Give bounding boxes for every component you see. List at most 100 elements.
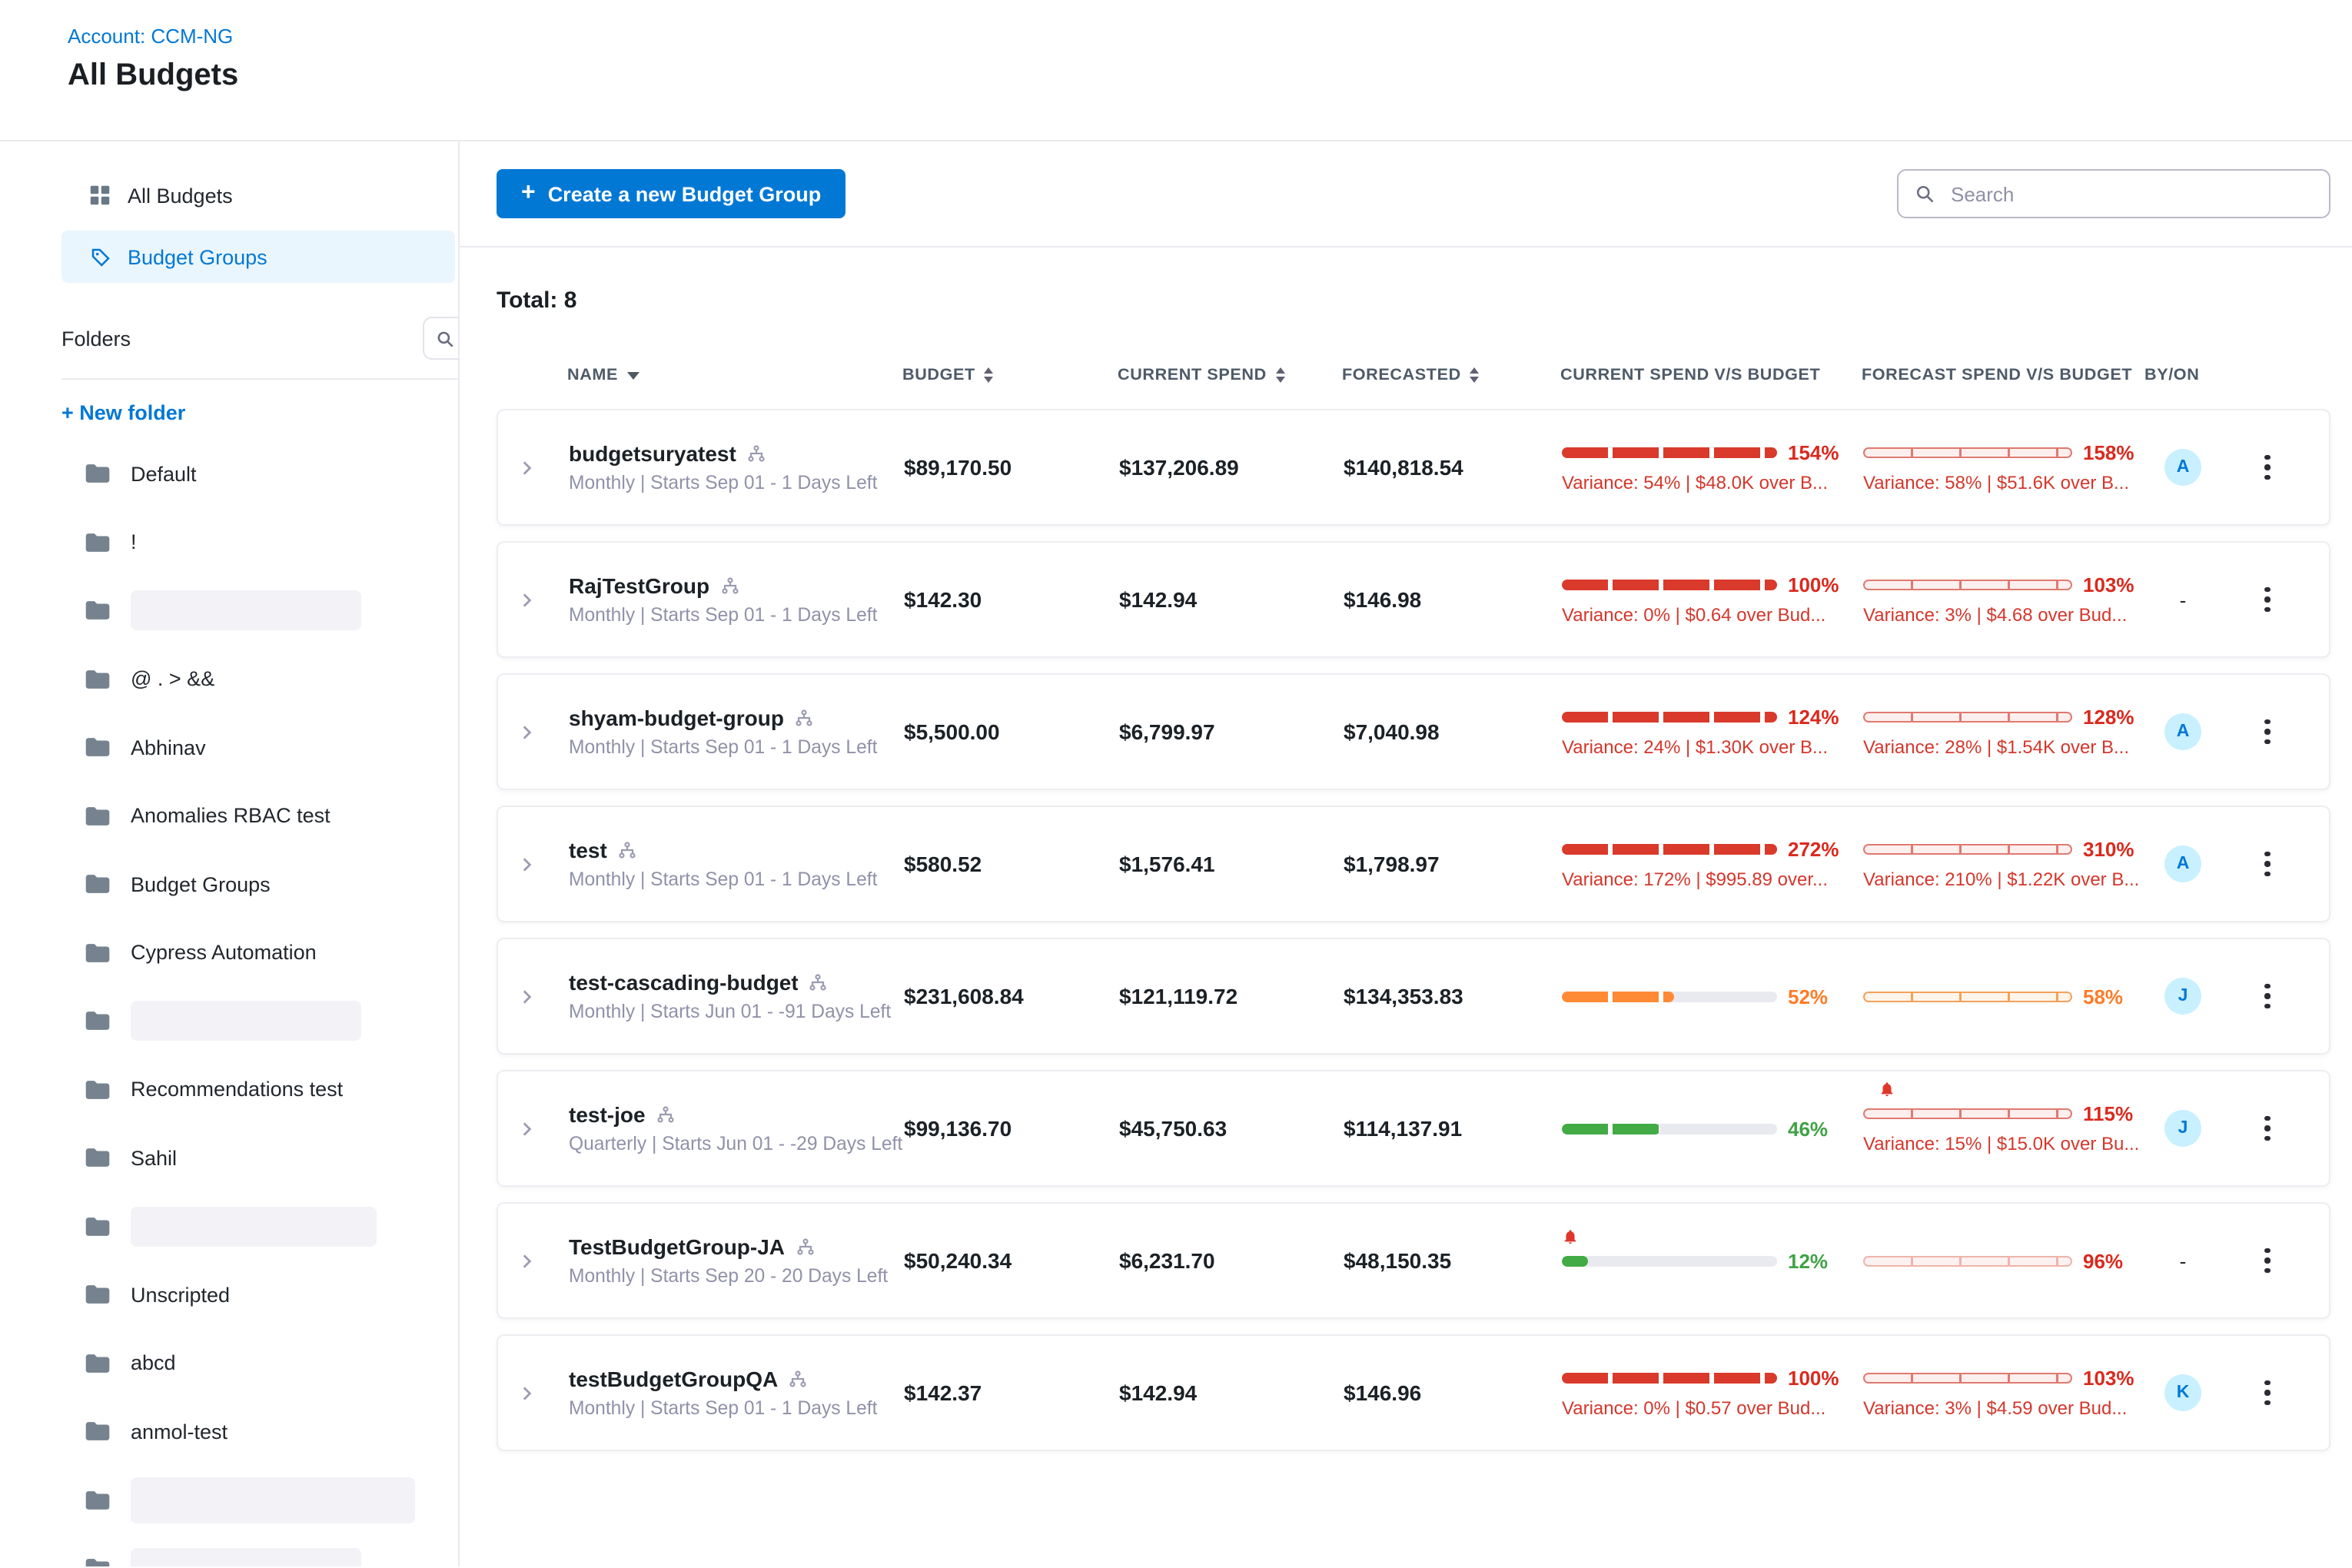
toolbar: + Create a new Budget Group (460, 169, 2352, 247)
create-budget-group-button[interactable]: + Create a new Budget Group (497, 169, 845, 218)
forecasted-amount: $146.98 (1344, 587, 1562, 612)
table-row[interactable]: budgetsuryatest Monthly | Starts Sep 01 … (497, 409, 2330, 526)
row-expand-chevron[interactable] (517, 1251, 537, 1271)
current-spend-amount: $45,750.63 (1119, 1116, 1344, 1141)
search-box[interactable] (1897, 169, 2330, 218)
owner-avatar[interactable]: K (2164, 1374, 2201, 1411)
table-row[interactable]: test-joe Quarterly | Starts Jun 01 - -29… (497, 1070, 2330, 1187)
folder-item[interactable]: @ . > && (34, 645, 458, 713)
table-row[interactable]: testBudgetGroupQA Monthly | Starts Sep 0… (497, 1334, 2330, 1451)
sort-icon[interactable] (1276, 367, 1285, 383)
folder-item[interactable]: Sahil (34, 1124, 458, 1192)
sort-icon[interactable] (985, 367, 994, 383)
folder-icon (85, 1011, 111, 1032)
page-header: Account: CCM-NG All Budgets (0, 0, 2352, 141)
current-vs-budget-bar (1562, 1255, 1777, 1266)
forecast-vs-budget-bar (1863, 1255, 2072, 1266)
row-menu-button[interactable] (2259, 845, 2277, 883)
folder-search-button[interactable] (423, 317, 460, 360)
owner-none: - (2180, 1249, 2187, 1272)
current-vs-budget-bar (1562, 844, 1777, 855)
budget-period: Monthly | Starts Sep 01 - 1 Days Left (569, 869, 904, 890)
row-expand-chevron[interactable] (517, 1118, 537, 1138)
owner-avatar[interactable]: A (2164, 449, 2201, 486)
folder-item[interactable]: Budget Groups (34, 850, 458, 919)
folder-item[interactable]: Unscripted (34, 1261, 458, 1329)
row-expand-chevron[interactable] (517, 1383, 537, 1403)
owner-avatar[interactable]: A (2164, 713, 2201, 750)
current-vs-budget-bar (1562, 1123, 1777, 1134)
forecast-vs-budget-pct: 103% (2083, 573, 2134, 596)
table-row[interactable]: TestBudgetGroup-JA Monthly | Starts Sep … (497, 1202, 2330, 1319)
current-vs-budget-bar (1562, 712, 1777, 723)
row-expand-chevron[interactable] (517, 722, 537, 742)
sidebar-item-all-budgets[interactable]: All Budgets (61, 169, 455, 221)
folder-item[interactable]: anmol-test (34, 1397, 458, 1466)
folder-item[interactable] (34, 1192, 458, 1261)
owner-avatar[interactable]: J (2164, 1110, 2201, 1147)
forecast-variance: Variance: 28% | $1.54K over B... (1863, 736, 2146, 758)
budget-group-name[interactable]: test-cascading-budget (569, 970, 799, 995)
folder-item[interactable]: Cypress Automation (34, 919, 458, 987)
row-menu-button[interactable] (2259, 713, 2277, 751)
current-vs-budget-pct: 12% (1788, 1249, 1828, 1272)
folder-item[interactable]: Default (34, 440, 458, 508)
table-row[interactable]: test-cascading-budget Monthly | Starts J… (497, 938, 2330, 1055)
row-menu-button[interactable] (2259, 1242, 2277, 1280)
row-expand-chevron[interactable] (517, 854, 537, 874)
table-row[interactable]: RajTestGroup Monthly | Starts Sep 01 - 1… (497, 541, 2330, 658)
table-row[interactable]: test Monthly | Starts Sep 01 - 1 Days Le… (497, 806, 2330, 922)
row-menu-button[interactable] (2259, 978, 2277, 1015)
row-expand-chevron[interactable] (517, 457, 537, 477)
folder-item[interactable]: abcd (34, 1329, 458, 1397)
row-expand-chevron[interactable] (517, 590, 537, 610)
folder-item[interactable] (34, 1466, 458, 1534)
search-input[interactable] (1948, 181, 2314, 207)
budget-group-name[interactable]: testBudgetGroupQA (569, 1367, 778, 1391)
page-title: All Budgets (68, 58, 2352, 94)
row-menu-button[interactable] (2259, 1374, 2277, 1412)
folder-item[interactable]: Anomalies RBAC test (34, 782, 458, 850)
folder-label: ! (131, 531, 137, 554)
budget-group-name[interactable]: budgetsuryatest (569, 441, 736, 466)
budgets-page: Account: CCM-NG All Budgets All Budgets … (0, 0, 2352, 1568)
folder-item[interactable] (34, 987, 458, 1055)
folder-label: Recommendations test (131, 1078, 343, 1101)
sort-caret-icon (627, 371, 639, 379)
forecasted-amount: $114,137.91 (1344, 1116, 1562, 1141)
owner-avatar[interactable]: A (2164, 845, 2201, 882)
current-vs-budget-pct: 100% (1788, 573, 1839, 596)
column-header-current-spend[interactable]: CURRENT SPEND (1118, 366, 1342, 384)
folder-item[interactable]: Recommendations test (34, 1055, 458, 1124)
budget-period: Monthly | Starts Jun 01 - -91 Days Left (569, 1001, 904, 1022)
column-header-budget[interactable]: BUDGET (902, 366, 1118, 384)
sidebar-item-budget-groups[interactable]: Budget Groups (61, 231, 455, 283)
new-folder-button[interactable]: + New folder (61, 401, 458, 424)
folders-header: Folders (61, 317, 460, 380)
group-hierarchy-icon (809, 973, 828, 992)
budget-group-name[interactable]: RajTestGroup (569, 573, 709, 598)
row-menu-button[interactable] (2259, 581, 2277, 619)
group-hierarchy-icon (747, 444, 766, 463)
folder-item[interactable]: ! (34, 508, 458, 576)
row-expand-chevron[interactable] (517, 986, 537, 1006)
owner-avatar[interactable]: J (2164, 978, 2201, 1015)
budget-amount: $231,608.84 (904, 984, 1119, 1008)
sort-icon[interactable] (1470, 367, 1480, 383)
column-header-name[interactable]: NAME (567, 366, 902, 384)
budget-group-name[interactable]: shyam-budget-group (569, 706, 784, 730)
folder-item[interactable]: Abhinav (34, 713, 458, 782)
folder-icon (85, 1284, 111, 1306)
budget-group-name[interactable]: TestBudgetGroup-JA (569, 1234, 785, 1259)
table-row[interactable]: shyam-budget-group Monthly | Starts Sep … (497, 673, 2330, 790)
folder-item[interactable] (34, 1534, 458, 1566)
row-menu-button[interactable] (2259, 1110, 2277, 1148)
folder-label: @ . > && (131, 668, 214, 691)
row-menu-button[interactable] (2259, 449, 2277, 487)
column-header-forecasted[interactable]: FORECASTED (1342, 366, 1560, 384)
forecasted-amount: $7,040.98 (1344, 719, 1562, 744)
budget-group-name[interactable]: test (569, 838, 607, 862)
account-breadcrumb-link[interactable]: Account: CCM-NG (68, 25, 2352, 48)
folder-item[interactable] (34, 576, 458, 645)
budget-group-name[interactable]: test-joe (569, 1102, 646, 1127)
